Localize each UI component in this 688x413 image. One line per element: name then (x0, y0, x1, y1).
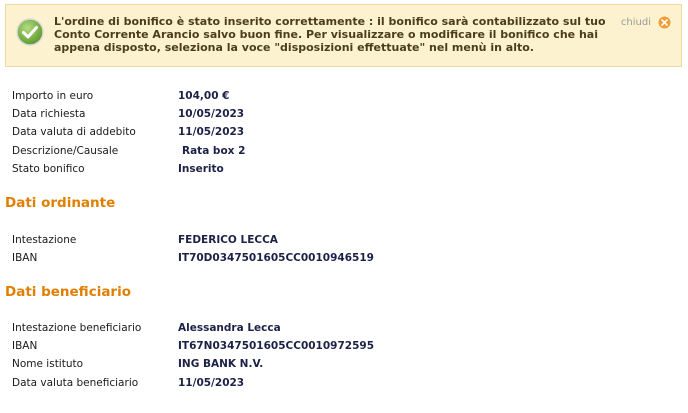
beneficiario-value: Alessandra Lecca (178, 322, 281, 334)
beneficiario-value: ING BANK N.V. (178, 358, 264, 371)
close-label[interactable]: chiudi (621, 17, 651, 28)
ordinante-row: Intestazione FEDERICO LECCA (0, 231, 688, 249)
ordinante-value: IT70D0347501605CC0010946519 (178, 252, 374, 265)
ordinante-value: FEDERICO LECCA (178, 234, 278, 246)
summary-row: Importo in euro 104,00 € (0, 87, 688, 105)
beneficiario-label: Intestazione beneficiario (12, 322, 142, 334)
section-title-beneficiario: Dati beneficiario (5, 284, 131, 300)
summary-value: 11/05/2023 (178, 126, 245, 139)
beneficiario-row: Nome istituto ING BANK N.V. (0, 355, 688, 373)
success-check-icon (16, 18, 44, 46)
beneficiario-section: Intestazione beneficiario Alessandra Lec… (0, 319, 688, 392)
beneficiario-label: Nome istituto (12, 358, 84, 371)
section-title-ordinante: Dati ordinante (5, 195, 116, 211)
summary-label: Descrizione/Causale (12, 144, 119, 157)
summary-row: Data valuta di addebito 11/05/2023 (0, 123, 688, 141)
summary-label: Data valuta di addebito (12, 126, 136, 139)
summary-value: 104,00 € (178, 90, 230, 102)
ordinante-section: Intestazione FEDERICO LECCA IBAN IT70D03… (0, 231, 688, 267)
close-alert-button[interactable]: chiudi (621, 16, 671, 29)
beneficiario-row: IBAN IT67N0347501605CC0010972595 (0, 337, 688, 355)
summary-row: Data richiesta 10/05/2023 (0, 105, 688, 123)
summary-value: Inserito (178, 162, 224, 175)
summary-section: Importo in euro 104,00 € Data richiesta … (0, 87, 688, 178)
ordinante-label: Intestazione (12, 234, 77, 246)
summary-label: Data richiesta (12, 108, 86, 121)
beneficiario-value: IT67N0347501605CC0010972595 (178, 340, 374, 353)
beneficiario-value: 11/05/2023 (178, 376, 245, 389)
summary-row: Descrizione/Causale Rata box 2 (0, 142, 688, 160)
ordinante-row: IBAN IT70D0347501605CC0010946519 (0, 249, 688, 267)
summary-row: Stato bonifico Inserito (0, 160, 688, 178)
summary-label: Stato bonifico (12, 162, 85, 175)
summary-label: Importo in euro (12, 90, 94, 102)
beneficiario-label: Data valuta beneficiario (12, 376, 139, 389)
beneficiario-row: Intestazione beneficiario Alessandra Lec… (0, 319, 688, 337)
beneficiario-label: IBAN (12, 340, 38, 353)
summary-value: 10/05/2023 (178, 108, 245, 121)
success-alert: L'ordine di bonifico è stato inserito co… (5, 4, 682, 67)
summary-value: Rata box 2 (182, 144, 246, 157)
close-icon[interactable] (658, 16, 671, 29)
alert-message: L'ordine di bonifico è stato inserito co… (54, 15, 606, 54)
ordinante-label: IBAN (12, 252, 38, 265)
beneficiario-row: Data valuta beneficiario 11/05/2023 (0, 374, 688, 392)
